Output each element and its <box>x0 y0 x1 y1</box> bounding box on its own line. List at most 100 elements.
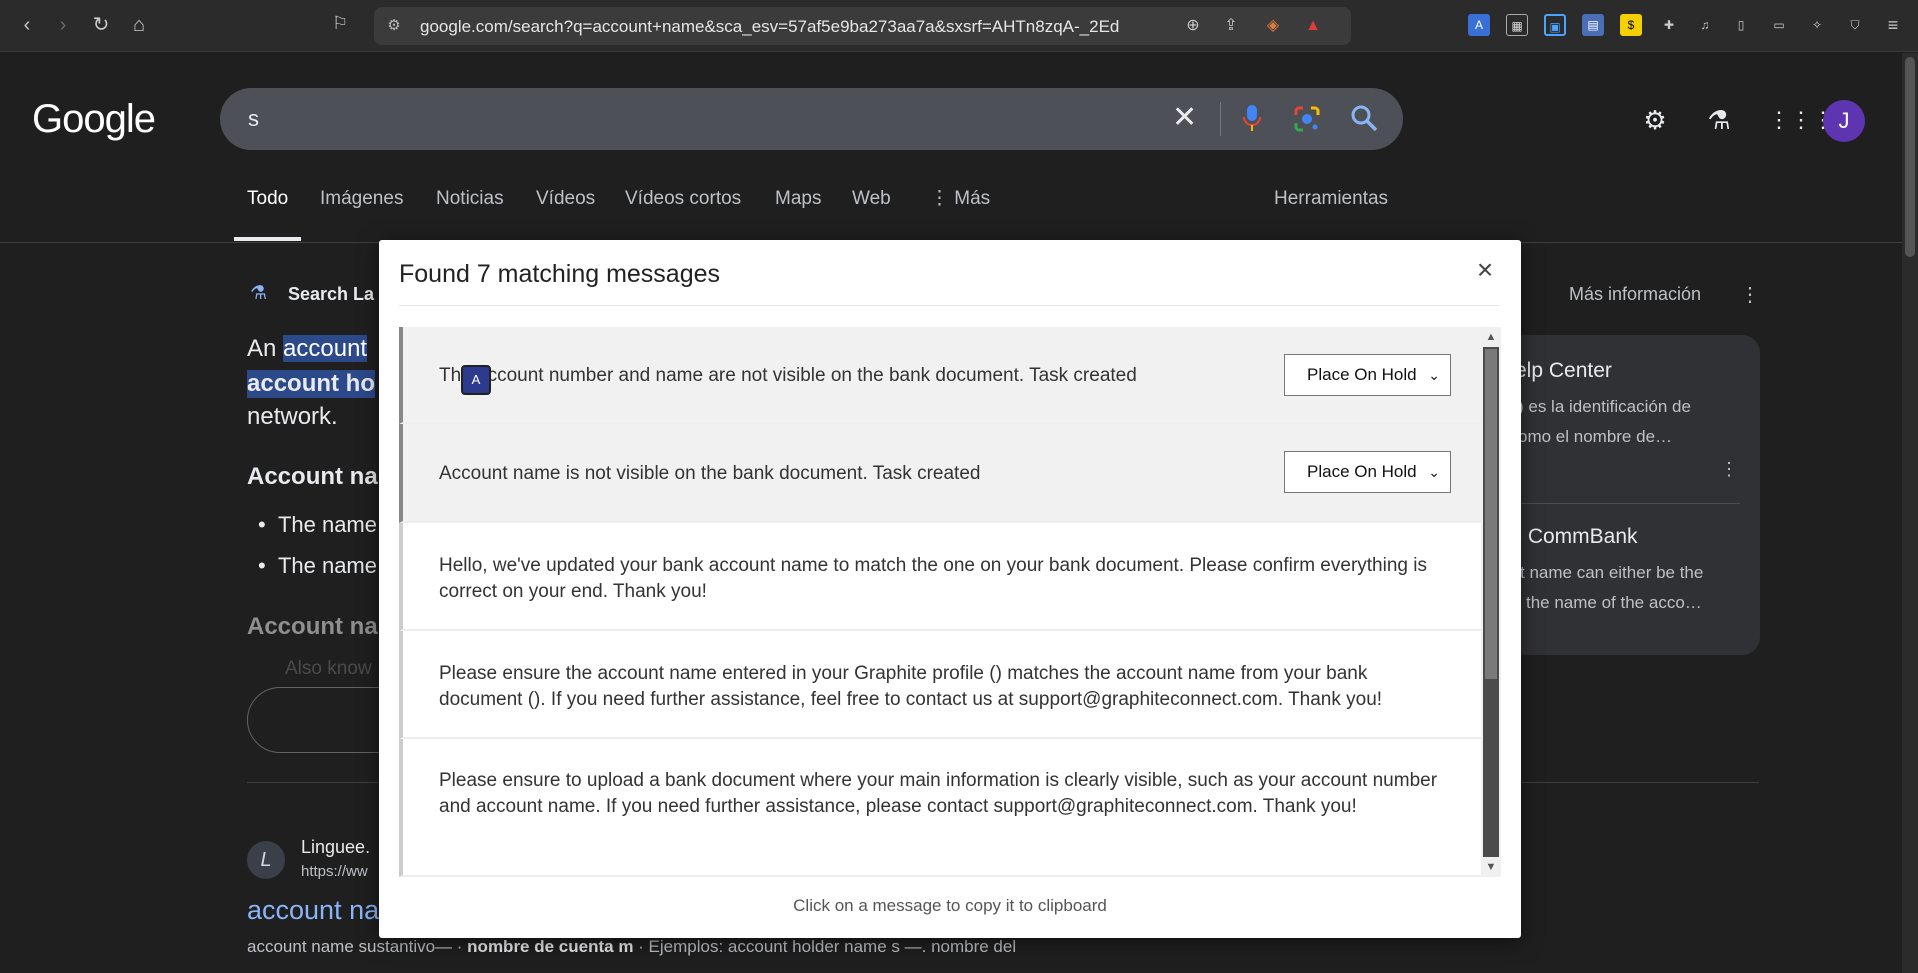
search-tabs: Todo Imágenes Noticias Vídeos Vídeos cor… <box>0 183 1902 243</box>
side-card-1-text2: omo el nombre de… <box>1518 427 1673 446</box>
forward-icon[interactable]: › <box>50 12 76 38</box>
message-item-5[interactable]: Please ensure to upload a bank document … <box>399 739 1481 877</box>
mas-informacion-link[interactable]: Más información <box>1569 284 1701 305</box>
tab-noticias[interactable]: Noticias <box>436 183 504 241</box>
result-snippet: account name sustantivo— · nombre de cue… <box>247 937 1017 956</box>
message-text-1[interactable]: The account number and name are not visi… <box>439 363 1259 389</box>
overview-line1a: An <box>247 335 284 362</box>
status-select-2-value: Place On Hold <box>1307 462 1417 481</box>
wallet-icon[interactable]: ▭ <box>1768 14 1790 36</box>
tab-imagenes[interactable]: Imágenes <box>320 183 403 241</box>
google-lens-icon[interactable] <box>1293 105 1321 133</box>
search-box[interactable]: s ✕ <box>220 88 1403 150</box>
translate-overlay-icon[interactable]: A <box>461 365 491 395</box>
close-icon[interactable]: × <box>1471 256 1499 284</box>
bookmark-icon[interactable]: ⚐ <box>332 13 354 37</box>
scroll-up-icon[interactable]: ▲ <box>1481 327 1501 347</box>
overview-bullet-2: • The name <box>258 553 377 578</box>
message-list[interactable]: The account number and name are not visi… <box>399 327 1481 877</box>
page-scrollbar[interactable] <box>1902 53 1918 973</box>
message-item-3[interactable]: Hello, we've updated your bank account n… <box>399 523 1481 631</box>
brave-rewards-icon[interactable]: ▲ <box>1302 15 1324 37</box>
side-card-1-title[interactable]: elp Center <box>1515 359 1612 383</box>
overview-line3: network. <box>247 403 338 430</box>
qr-extension-icon[interactable]: ▦ <box>1506 14 1528 36</box>
message-text-5[interactable]: Please ensure to upload a bank document … <box>439 768 1449 820</box>
side-card-1-menu-icon[interactable]: ⋮ <box>1720 459 1738 480</box>
tab-web[interactable]: Web <box>852 183 891 241</box>
tab-videos[interactable]: Vídeos <box>536 183 595 241</box>
message-item-1[interactable]: The account number and name are not visi… <box>399 327 1481 424</box>
reload-icon[interactable]: ↻ <box>88 12 114 38</box>
search-icon[interactable] <box>1349 103 1379 133</box>
side-divider <box>1490 503 1740 504</box>
music-icon[interactable]: ♫ <box>1694 14 1716 36</box>
message-item-4[interactable]: Please ensure the account name entered i… <box>399 631 1481 739</box>
tab-videos-cortos[interactable]: Vídeos cortos <box>625 183 741 241</box>
search-labs-label: Search La <box>288 284 375 304</box>
page-scrollbar-thumb[interactable] <box>1905 57 1915 257</box>
apps-grid-icon[interactable]: ⋮⋮⋮ <box>1768 105 1834 135</box>
message-text-3[interactable]: Hello, we've updated your bank account n… <box>439 553 1449 605</box>
avatar[interactable]: J <box>1823 100 1865 142</box>
vpn-icon[interactable]: ⛉ <box>1844 14 1866 36</box>
home-icon[interactable]: ⌂ <box>126 12 152 38</box>
labs-flask-icon[interactable]: ⚗ <box>1704 105 1734 135</box>
message-text-4[interactable]: Please ensure the account name entered i… <box>439 661 1449 713</box>
result-title-link[interactable]: account na <box>247 895 379 926</box>
overview-heading: Account na <box>247 463 378 490</box>
address-bar[interactable]: ⚙ google.com/search?q=account+name&sca_e… <box>374 7 1351 45</box>
status-select-1-value: Place On Hold <box>1307 365 1417 384</box>
scroll-down-icon[interactable]: ▼ <box>1481 857 1501 877</box>
clear-icon[interactable]: ✕ <box>1172 102 1197 134</box>
message-list-scrollbar[interactable]: ▲ ▼ <box>1481 327 1501 877</box>
capture-extension-icon[interactable]: ▣ <box>1544 14 1566 36</box>
leo-ai-icon[interactable]: ✧ <box>1806 14 1828 36</box>
overview-heading-2: Account na <box>247 613 378 640</box>
search-divider <box>1220 102 1221 136</box>
side-card-2-title[interactable]: - CommBank <box>1515 525 1638 549</box>
back-icon[interactable]: ‹ <box>14 12 40 38</box>
overview-line2: account ho <box>247 370 376 398</box>
messages-modal: Found 7 matching messages × The account … <box>379 240 1521 938</box>
side-card-2-text1: t name can either be the <box>1520 563 1704 582</box>
scrollbar-thumb[interactable] <box>1485 349 1497 679</box>
settings-gear-icon[interactable]: ⚙ <box>1640 105 1670 135</box>
message-text-2[interactable]: Account name is not visible on the bank … <box>439 461 1259 487</box>
sidebar-icon[interactable]: ▯ <box>1730 14 1752 36</box>
copy-hint: Click on a message to copy it to clipboa… <box>793 896 1107 915</box>
tab-maps[interactable]: Maps <box>775 183 821 241</box>
tab-todo[interactable]: Todo <box>234 183 302 241</box>
more-options-icon[interactable]: ⋮ <box>1740 282 1760 307</box>
search-input[interactable]: s <box>248 106 259 132</box>
result-url[interactable]: https://ww <box>301 863 368 880</box>
message-item-2[interactable]: Account name is not visible on the bank … <box>399 424 1481 523</box>
zoom-icon[interactable]: ⊕ <box>1182 15 1204 37</box>
chevron-down-icon: ⌄ <box>1428 367 1440 383</box>
url-text[interactable]: google.com/search?q=account+name&sca_esv… <box>420 17 1120 37</box>
mic-icon[interactable] <box>1243 104 1261 132</box>
google-logo[interactable]: Google <box>32 97 156 142</box>
status-select-1[interactable]: Place On Hold ⌄ <box>1284 354 1451 396</box>
translate-extension-icon[interactable]: A <box>1468 14 1490 36</box>
status-select-2[interactable]: Place On Hold ⌄ <box>1284 451 1451 493</box>
result-site-name[interactable]: Linguee. <box>301 837 370 858</box>
tab-mas[interactable]: ⋮ Más <box>930 183 990 241</box>
modal-divider <box>399 305 1499 306</box>
browser-toolbar: ‹ › ↻ ⌂ ⚐ ⚙ google.com/search?q=account+… <box>0 0 1918 52</box>
menu-icon[interactable]: ≡ <box>1882 14 1904 36</box>
tab-mas-label: Más <box>954 188 991 209</box>
ai-overview-text: An account <box>247 335 368 363</box>
chevron-down-icon: ⌄ <box>1428 464 1440 480</box>
share-icon[interactable]: ⇪ <box>1220 15 1242 37</box>
save-extension-icon[interactable]: ▤ <box>1582 14 1604 36</box>
dollar-extension-icon[interactable]: $ <box>1620 14 1642 36</box>
modal-title: Found 7 matching messages <box>399 260 721 288</box>
site-settings-icon[interactable]: ⚙ <box>384 16 404 36</box>
linguee-favicon[interactable]: L <box>247 841 285 879</box>
overview-highlight: account <box>283 335 368 362</box>
brave-shields-icon[interactable]: ◈ <box>1262 15 1284 37</box>
tools-button[interactable]: Herramientas <box>1274 183 1388 241</box>
labs-icon: ⚗ <box>250 283 268 304</box>
extensions-icon[interactable]: ✚ <box>1658 14 1680 36</box>
